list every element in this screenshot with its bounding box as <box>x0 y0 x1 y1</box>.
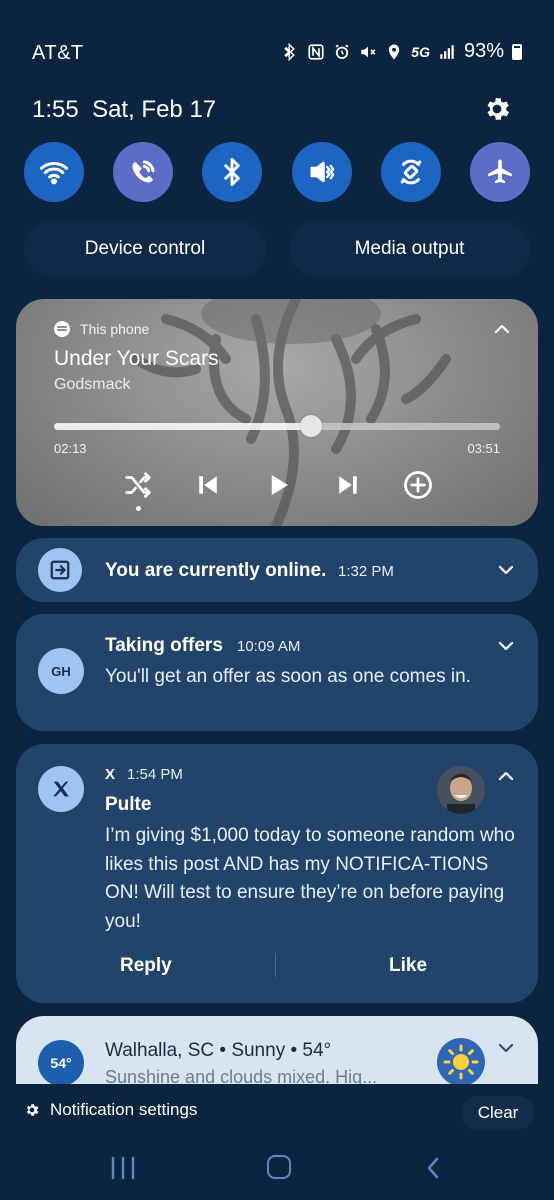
wifi-calling-toggle[interactable] <box>113 142 174 202</box>
add-to-library-button[interactable] <box>400 467 436 503</box>
notification-app-name: X <box>105 766 116 783</box>
carrier-name: AT&T <box>32 42 84 64</box>
notification-time: 1:54 PM <box>127 766 183 783</box>
media-output-button[interactable]: Media output <box>289 221 530 277</box>
chevron-up-icon[interactable] <box>496 766 516 786</box>
notification-time: 10:09 AM <box>237 638 301 655</box>
next-button[interactable] <box>330 467 366 503</box>
song-artist: Godsmack <box>54 376 131 393</box>
back-icon[interactable] <box>424 1156 442 1180</box>
notification-body: You'll get an offer as soon as one comes… <box>105 666 471 687</box>
airplane-mode-toggle[interactable] <box>469 142 530 202</box>
battery-icon <box>512 43 522 60</box>
exit-icon <box>38 548 82 592</box>
notification-time: 1:32 PM <box>338 563 394 580</box>
clear-all-button[interactable]: Clear <box>462 1096 534 1130</box>
alarm-icon <box>333 43 351 61</box>
seek-progress <box>54 423 311 430</box>
notification-offers[interactable]: GH Taking offers 10:09 AM You'll get an … <box>16 614 538 731</box>
skip-next-icon <box>339 476 357 494</box>
notification-weather[interactable]: 54° Walhalla, SC • Sunny • 54° Sunshine … <box>16 1016 538 1084</box>
chevron-down-icon[interactable] <box>496 636 516 656</box>
temperature-badge: 54° <box>38 1040 84 1084</box>
notification-online[interactable]: You are currently online. 1:32 PM <box>16 538 538 602</box>
navigation-bar <box>0 1140 554 1200</box>
shuffle-icon <box>125 472 151 498</box>
mute-icon <box>359 43 377 61</box>
clock-date: 1:55 Sat, Feb 17 <box>32 96 216 124</box>
total-time: 03:51 <box>467 441 500 456</box>
chevron-down-icon[interactable] <box>496 1038 516 1058</box>
chevron-down-icon[interactable] <box>496 560 516 580</box>
elapsed-time: 02:13 <box>54 441 87 456</box>
media-source: This phone <box>54 321 149 337</box>
sound-toggle[interactable] <box>291 142 352 202</box>
x-logo-icon <box>38 766 84 812</box>
notification-body: I’m giving $1,000 today to someone rando… <box>105 825 515 932</box>
device-control-button[interactable]: Device control <box>24 221 266 277</box>
quick-toggles <box>24 142 530 202</box>
seek-thumb[interactable] <box>299 415 322 437</box>
notification-x-post[interactable]: X 1:54 PM Pulte I’m giving $1,000 today … <box>16 744 538 1003</box>
gear-icon <box>26 1104 39 1116</box>
notification-title: Taking offers <box>105 635 223 656</box>
bluetooth-toggle[interactable] <box>202 142 263 202</box>
add-circle-icon <box>404 471 432 499</box>
auto-rotate-toggle[interactable] <box>380 142 441 202</box>
media-player-card[interactable]: This phone Under Your Scars Godsmack 02:… <box>16 299 538 526</box>
signal-icon <box>438 43 456 61</box>
seek-bar[interactable] <box>54 415 500 437</box>
bluetooth-icon <box>281 42 299 61</box>
airplane-icon <box>488 159 512 184</box>
wifi-toggle[interactable] <box>24 142 84 202</box>
clock-time: 1:55 <box>32 96 79 123</box>
spotify-icon <box>54 321 70 337</box>
status-icons: 5G 93% <box>281 40 522 63</box>
nfc-icon <box>307 43 325 61</box>
app-badge-icon: GH <box>38 648 84 694</box>
skip-previous-icon <box>199 476 217 494</box>
shuffle-active-dot <box>136 506 141 511</box>
notification-title: You are currently online. <box>105 560 327 581</box>
battery-percentage: 93% <box>463 40 504 62</box>
sun-icon <box>437 1038 485 1084</box>
media-source-label: This phone <box>80 321 150 337</box>
rotate-icon <box>400 159 421 185</box>
notification-settings-label: Notification settings <box>50 1100 198 1119</box>
5g-icon: 5G <box>411 43 430 60</box>
notification-sender: Pulte <box>105 794 152 815</box>
chevron-up-icon[interactable] <box>492 319 512 339</box>
wifi-calling-icon <box>132 160 155 183</box>
wifi-icon <box>40 161 68 185</box>
shuffle-button[interactable] <box>120 467 156 511</box>
notification-settings-button[interactable]: Notification settings <box>24 1100 197 1120</box>
location-icon <box>385 43 403 61</box>
recents-icon[interactable] <box>110 1156 136 1180</box>
media-controls <box>120 467 436 511</box>
like-button[interactable]: Like <box>389 955 427 977</box>
notification-title: Walhalla, SC • Sunny • 54° <box>105 1040 332 1061</box>
play-button[interactable] <box>260 467 296 503</box>
avatar <box>437 766 485 814</box>
previous-button[interactable] <box>190 467 226 503</box>
date-label: Sat, Feb 17 <box>92 96 217 123</box>
action-divider <box>275 953 276 977</box>
gear-icon[interactable] <box>482 94 512 124</box>
notification-body: Sunshine and clouds mixed. Hig... <box>105 1067 378 1084</box>
play-icon <box>271 475 288 495</box>
bluetooth-icon <box>224 158 241 186</box>
home-icon[interactable] <box>267 1155 291 1179</box>
mute-icon <box>310 161 334 183</box>
reply-button[interactable]: Reply <box>120 955 172 977</box>
song-title: Under Your Scars <box>54 347 219 370</box>
notification-actions: Reply Like <box>16 951 538 981</box>
